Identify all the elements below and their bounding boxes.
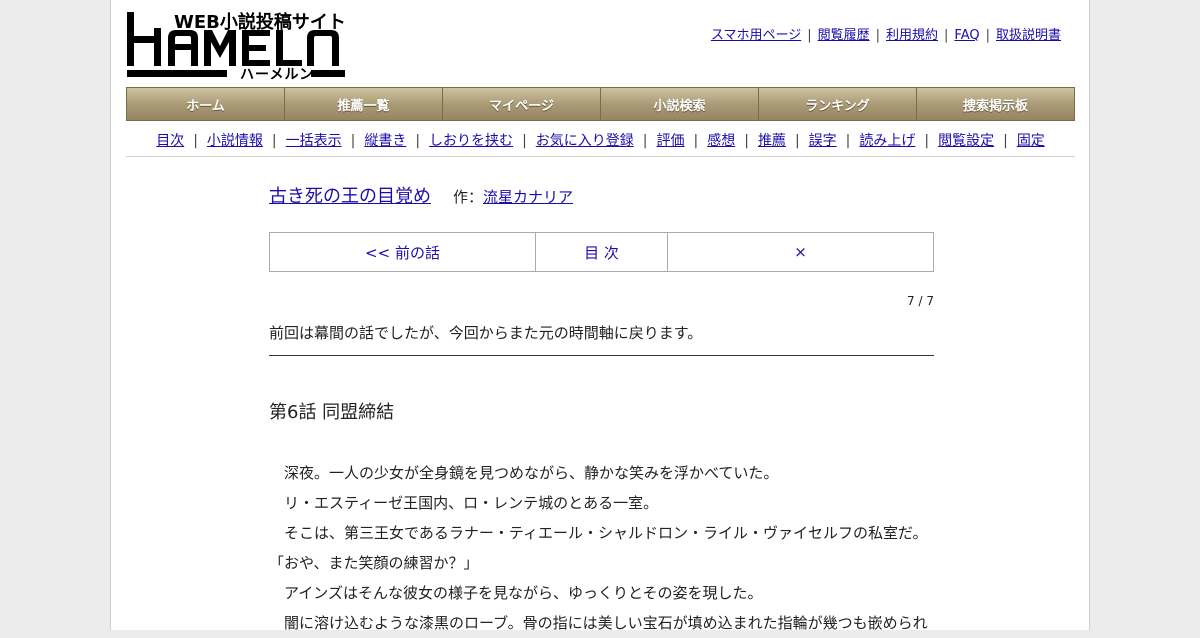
subnav-pin[interactable]: 固定 — [1017, 133, 1045, 149]
faq-link[interactable]: FAQ — [954, 28, 979, 43]
separator: | — [845, 133, 851, 149]
body-line: リ・エスティーゼ王国内、ロ・レンテ城のとある一室。 — [269, 494, 659, 512]
novel-title-link[interactable]: 古き死の王の目覚め — [269, 186, 431, 207]
separator: | — [193, 133, 198, 149]
body-line: 深夜。一人の少女が全身鏡を見つめながら、静かな笑みを浮かべていた。 — [269, 464, 779, 482]
body-line: 「おや、また笑顔の練習か？」 — [269, 554, 479, 572]
divider — [126, 156, 1075, 157]
separator: | — [693, 133, 699, 149]
subnav-view-settings[interactable]: 閲覧設定 — [938, 133, 994, 149]
top-links: スマホ用ページ | 閲覧履歴 | 利用規約 | FAQ | 取扱説明書 — [711, 24, 1061, 43]
separator: | — [642, 133, 648, 149]
toc-button[interactable]: 目 次 — [536, 233, 668, 271]
separator: | — [875, 28, 880, 43]
subnav-read-aloud[interactable]: 読み上げ — [859, 133, 915, 149]
separator: | — [794, 133, 800, 149]
subnav-rating[interactable]: 評価 — [657, 133, 685, 149]
preface-text: 前回は幕間の話でしたが、今回からまた元の時間軸に戻ります。 — [269, 324, 703, 342]
novel-sub-nav: 目次 | 小説情報 | 一括表示 | 縦書き | しおりを挟む | お気に入り登録 | 評価 | 感想 | 推薦… — [126, 130, 1075, 150]
separator: | — [1003, 133, 1008, 149]
subnav-vertical[interactable]: 縦書き — [364, 133, 406, 149]
next-chapter-button[interactable]: × — [668, 233, 933, 271]
history-link[interactable]: 閲覧履歴 — [818, 28, 870, 43]
manual-link[interactable]: 取扱説明書 — [996, 28, 1061, 43]
author-label: 作： — [453, 188, 484, 206]
separator: | — [415, 133, 421, 149]
author-link[interactable]: 流星カナリア — [483, 188, 573, 206]
novel-content: 古き死の王の目覚め 作：流星カナリア << 前の話 目 次 × 7 / 7 前回は… — [269, 182, 934, 632]
separator: | — [807, 28, 812, 43]
nav-home[interactable]: ホーム — [127, 88, 285, 120]
main-nav: ホーム 推薦一覧 マイページ 小説検索 ランキング 捜索掲示板 — [126, 87, 1075, 121]
page: WEB小説投稿サイト ハーメルン スマホ用ページ | 閲覧履歴 | 利用規約 | FAQ | 取… — [110, 0, 1090, 632]
separator: | — [350, 133, 356, 149]
separator: | — [985, 28, 990, 43]
separator: | — [944, 28, 949, 43]
page-count: 7 / 7 — [907, 294, 934, 308]
separator: | — [271, 133, 277, 149]
nav-novel-search[interactable]: 小説検索 — [601, 88, 759, 120]
nav-ranking[interactable]: ランキング — [759, 88, 917, 120]
site-logo[interactable]: WEB小説投稿サイト ハーメルン — [126, 8, 348, 83]
nav-search-board[interactable]: 捜索掲示板 — [917, 88, 1074, 120]
separator: | — [744, 133, 749, 149]
smartphone-page-link[interactable]: スマホ用ページ — [711, 28, 801, 43]
nav-recommendations[interactable]: 推薦一覧 — [285, 88, 443, 120]
terms-link[interactable]: 利用規約 — [886, 28, 938, 43]
prev-chapter-button[interactable]: << 前の話 — [270, 233, 536, 271]
subnav-comments[interactable]: 感想 — [707, 133, 735, 149]
chapter-body: 深夜。一人の少女が全身鏡を見つめながら、静かな笑みを浮かべていた。 リ・エスティ… — [269, 458, 934, 638]
body-line: そこは、第三王女であるラナー・ティエール・シャルドロン・ライル・ヴァイセルフの私… — [269, 524, 928, 542]
nav-mypage[interactable]: マイページ — [443, 88, 601, 120]
subnav-favorite[interactable]: お気に入り登録 — [536, 133, 634, 149]
logo-kana: ハーメルン — [240, 67, 315, 83]
subnav-novel-info[interactable]: 小説情報 — [207, 133, 263, 149]
separator: | — [522, 133, 527, 149]
separator: | — [924, 133, 930, 149]
subnav-bookmark[interactable]: しおりを挟む — [429, 133, 513, 149]
chapter-title: 第6話 同盟締結 — [269, 402, 395, 423]
preface-divider — [269, 355, 934, 356]
title-row: 古き死の王の目覚め 作：流星カナリア — [269, 182, 934, 208]
subnav-recommend[interactable]: 推薦 — [758, 133, 786, 149]
body-line: アインズはそんな彼女の様子を見ながら、ゆっくりとその姿を現した。 — [269, 584, 763, 602]
subnav-show-all[interactable]: 一括表示 — [286, 133, 342, 149]
chapter-pager: << 前の話 目 次 × — [269, 232, 934, 272]
hameln-wordmark-logo — [127, 12, 345, 77]
body-line: 闇に溶け込むような漆黒のローブ。骨の指には美しい宝石が填め込まれた指輪が幾つも嵌… — [269, 614, 928, 632]
subnav-toc[interactable]: 目次 — [156, 133, 184, 149]
subnav-typo[interactable]: 誤字 — [809, 133, 837, 149]
